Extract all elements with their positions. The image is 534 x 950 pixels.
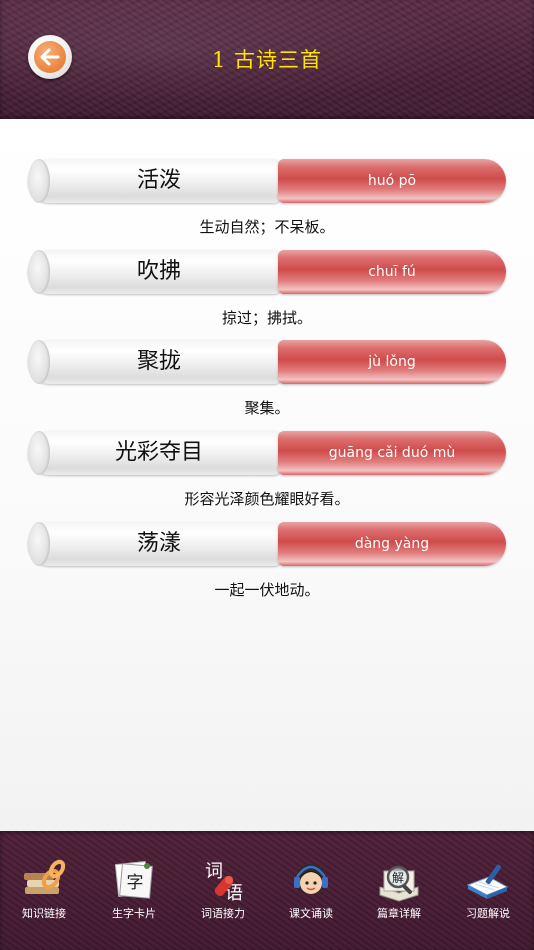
books-chain-icon [21,857,67,907]
tool-word-relay[interactable]: 词 语 词语接力 [183,857,263,927]
tool-label: 篇章详解 [377,907,421,920]
vocab-word: 聚拢 [136,349,181,374]
tool-label: 习题解说 [466,907,510,920]
vocab-pinyin: dàng yàng [354,536,430,552]
header-bar: 1 古诗三首 [0,0,534,119]
vocab-entry: 荡漾 dàng yàng 一起一伏地动。 [0,482,534,599]
vocab-pinyin: guāng cǎi duó mù [328,445,456,461]
page-title: 1 古诗三首 [211,48,323,72]
bottom-toolbar: 知识链接 字 生字卡片 词 语 词语接力 课文诵读 解 篇章详解 习题解说 [0,831,534,950]
tool-exercise-explain[interactable]: 习题解说 [448,857,528,927]
vocab-meaning: 一起一伏地动。 [214,581,320,599]
vocab-entry: 聚拢 jù lǒng 聚集。 [0,300,534,417]
tool-label: 知识链接 [22,907,66,920]
vocab-entry: 吹拂 chuī fú 掠过；拂拭。 [0,210,534,327]
vocab-bar[interactable]: 聚拢 jù lǒng [28,340,506,384]
vocab-pinyin: jù lǒng [368,354,416,370]
tool-character-cards[interactable]: 字 生字卡片 [94,857,174,927]
tool-text-reading[interactable]: 课文诵读 [271,857,351,927]
magnifier-book-icon: 解 [376,857,422,907]
svg-text:字: 字 [127,873,144,893]
vocab-bar[interactable]: 吹拂 chuī fú [28,250,506,294]
tool-label: 生字卡片 [112,907,156,920]
vocab-word: 荡漾 [136,531,181,556]
svg-text:解: 解 [392,871,404,885]
tool-chapter-explain[interactable]: 解 篇章详解 [359,857,439,927]
reader-headphones-icon [288,857,334,907]
vocab-word: 吹拂 [136,259,181,284]
tool-label: 词语接力 [201,907,245,920]
vocab-entry: 活泼 huó pō 生动自然；不呆板。 [0,119,534,236]
vocab-bar[interactable]: 活泼 huó pō [28,159,506,203]
svg-text:词: 词 [205,861,223,882]
vocab-bar[interactable]: 荡漾 dàng yàng [28,522,506,566]
vocab-word: 活泼 [136,168,181,193]
vocab-bar[interactable]: 光彩夺目 guāng cǎi duó mù [28,431,506,475]
vocab-entry: 光彩夺目 guāng cǎi duó mù 形容光泽颜色耀眼好看。 [0,391,534,508]
vocabulary-list: 活泼 huó pō 生动自然；不呆板。 吹拂 chuī fú 掠过；拂拭。 聚拢… [0,119,534,831]
word-relay-icon: 词 语 [200,857,246,907]
vocab-pinyin: chuī fú [368,264,416,280]
tool-label: 课文诵读 [289,907,333,920]
character-card-icon: 字 [111,857,157,907]
tool-knowledge-link[interactable]: 知识链接 [4,857,84,927]
vocab-pinyin: huó pō [367,173,417,189]
notebook-pen-icon [465,857,511,907]
vocab-word: 光彩夺目 [114,440,203,465]
